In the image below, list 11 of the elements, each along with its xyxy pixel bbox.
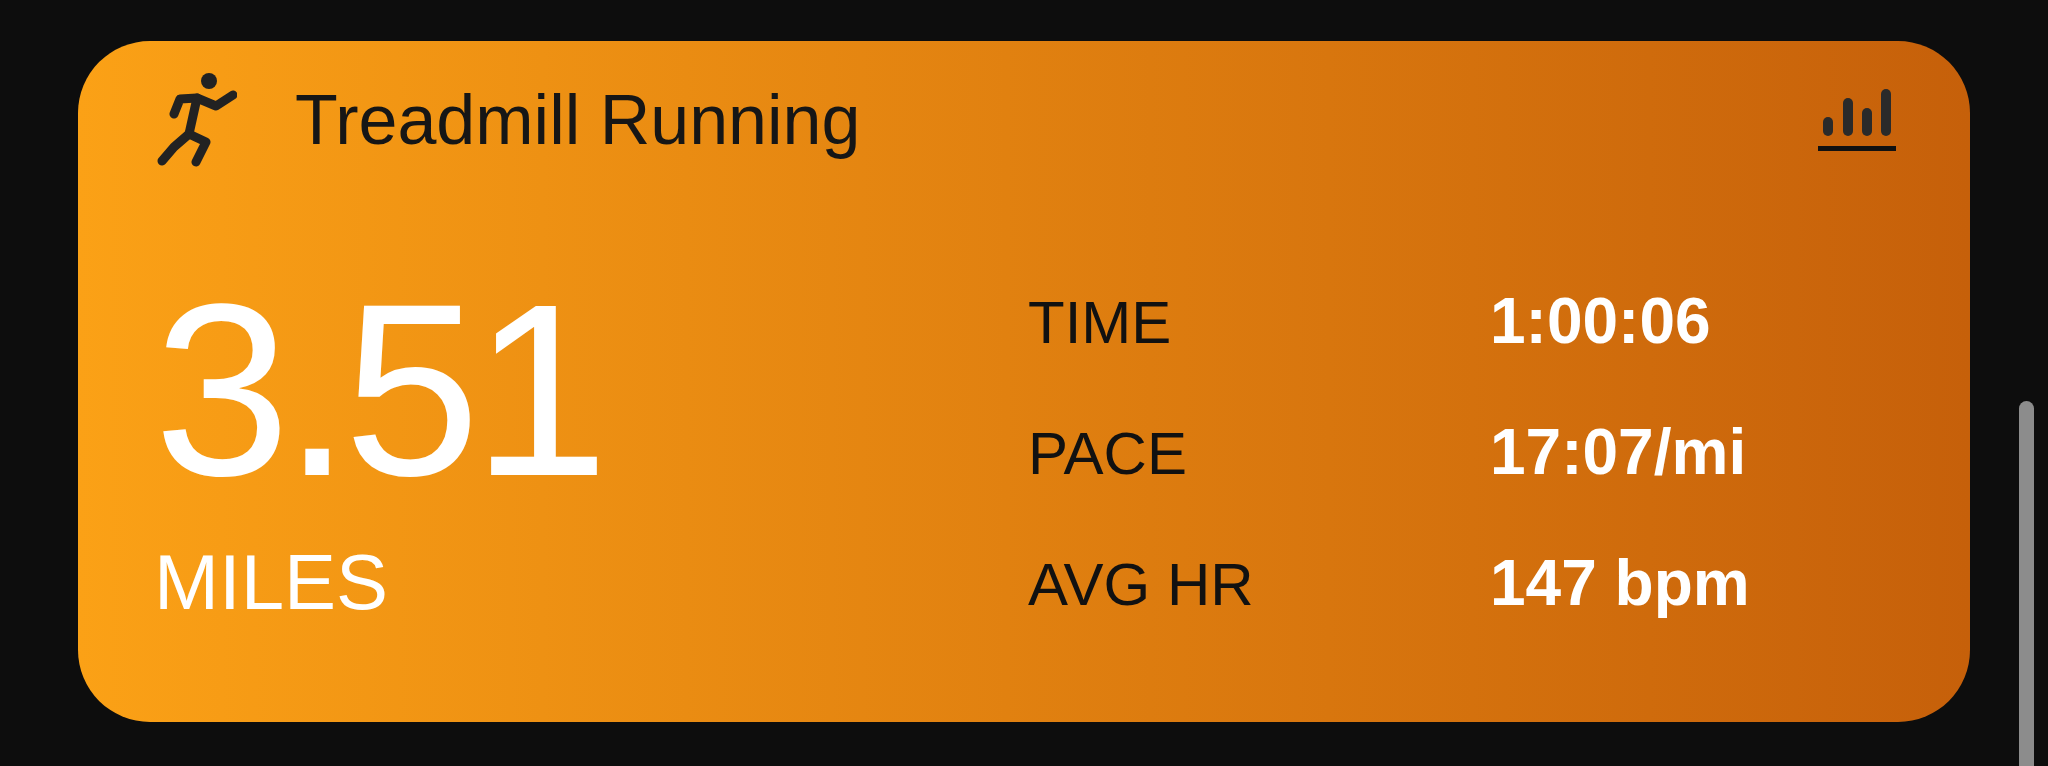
metric-label: AVG HR	[1028, 555, 1255, 615]
metric-label: PACE	[1028, 424, 1188, 484]
bar-chart-icon[interactable]	[1818, 89, 1896, 151]
metric-value: 1:00:06	[1490, 289, 1711, 353]
workout-card[interactable]: Treadmill Running 3.51 MILES TIME 1:00:06 PACE 17:07/mi AVG HR 147 bpm	[78, 41, 1970, 722]
running-person-icon	[157, 72, 237, 168]
scrollbar-thumb[interactable]	[2019, 401, 2034, 766]
distance-value: 3.51	[154, 268, 602, 513]
metric-label: TIME	[1028, 293, 1173, 353]
distance-unit: MILES	[154, 543, 389, 621]
metric-value: 17:07/mi	[1490, 420, 1747, 484]
